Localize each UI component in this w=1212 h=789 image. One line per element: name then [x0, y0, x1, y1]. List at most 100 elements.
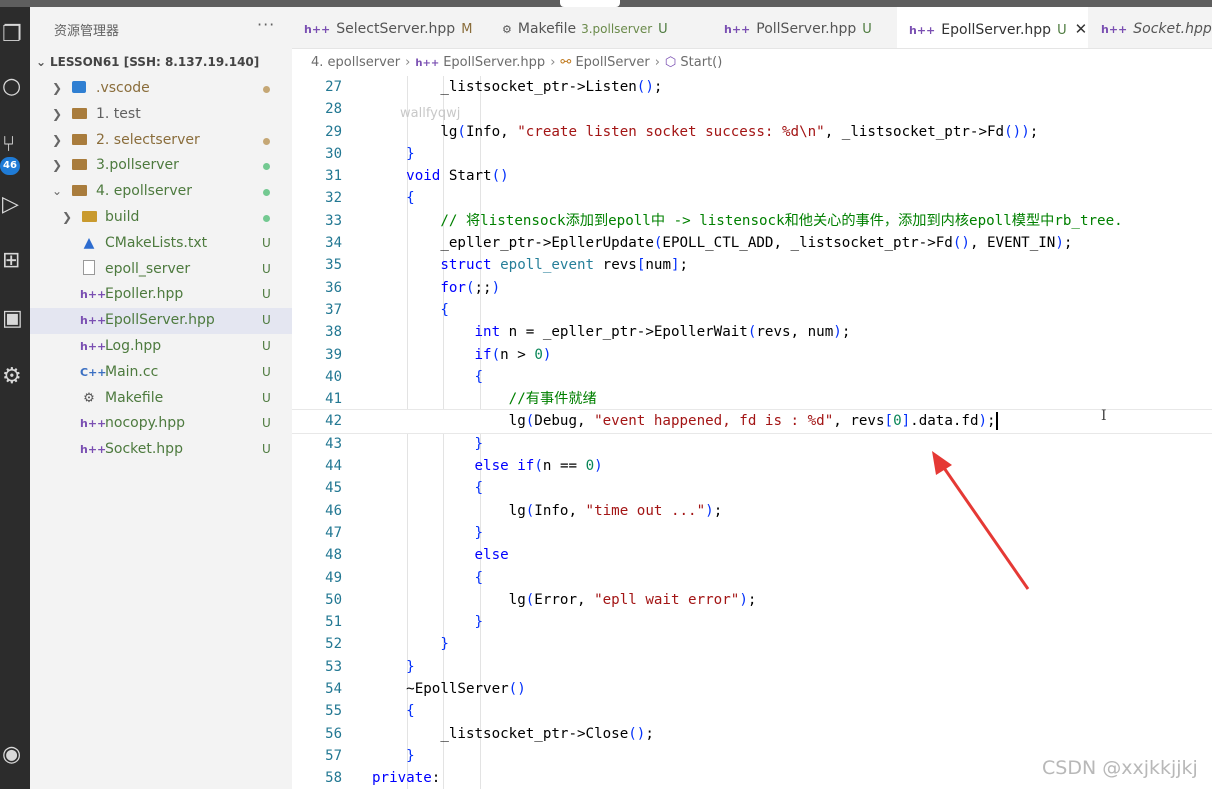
workspace-root[interactable]: ⌄ LESSON61 [SSH: 8.137.19.140]	[36, 55, 259, 69]
code-text: }	[474, 435, 484, 452]
code-line[interactable]: 47 }	[292, 522, 1212, 544]
remote-explorer-icon[interactable]: ▣	[0, 299, 30, 339]
code-line[interactable]: 32 {	[292, 187, 1212, 209]
chevron-right-icon: ›	[550, 55, 556, 70]
file-icon	[80, 257, 98, 283]
code-line[interactable]: 42 lg(Debug, "event happened, fd is : %d…	[292, 409, 1212, 434]
code-line[interactable]: 34 _epller_ptr->EpllerUpdate(EPOLL_CTL_A…	[292, 232, 1212, 254]
code-line[interactable]: 46 lg(Info, "time out ...");	[292, 500, 1212, 522]
tab-label: EpollServer.hpp	[941, 22, 1052, 38]
tree-item-epoll-server[interactable]: epoll_server U	[30, 257, 292, 283]
extensions-icon[interactable]: ⊞	[0, 241, 30, 281]
tab-label: Socket.hpp	[1133, 21, 1212, 37]
code-line[interactable]: 35 struct epoll_event revs[num];	[292, 254, 1212, 276]
breadcrumb: 4. epollserver › h++ EpollServer.hpp › ⚯ Epol…	[292, 49, 1212, 75]
code-line[interactable]: 30 }	[292, 143, 1212, 165]
code-line[interactable]: 49 {	[292, 567, 1212, 589]
workspace-label: LESSON61 [SSH: 8.137.19.140]	[50, 55, 260, 69]
tree-item-log-hpp[interactable]: h++ Log.hpp U	[30, 334, 292, 360]
code-line[interactable]: 29 lg(Info, "create listen socket succes…	[292, 121, 1212, 143]
search-icon[interactable]: ○	[0, 67, 30, 107]
breadcrumb-method[interactable]: Start()	[680, 55, 722, 70]
code-line[interactable]: 38 int n = _epller_ptr->EpollerWait(revs…	[292, 321, 1212, 343]
git-status: U	[262, 364, 271, 379]
code-line[interactable]: 56 _listsocket_ptr->Close();	[292, 723, 1212, 745]
tree-item-build[interactable]: ❯ build	[30, 205, 292, 231]
tree-item-epollserver-hpp[interactable]: h++ EpollServer.hpp U	[30, 308, 292, 334]
code-text: lg(Error, "epll wait error");	[372, 591, 757, 608]
code-line[interactable]: 51 }	[292, 611, 1212, 633]
tree-item-nocopy-hpp[interactable]: h++ nocopy.hpp U	[30, 411, 292, 437]
more-actions-button[interactable]: ···	[257, 15, 275, 34]
run-debug-icon[interactable]: ▷	[0, 185, 30, 225]
code-text: {	[474, 569, 484, 586]
line-number: 42	[325, 413, 342, 430]
code-line[interactable]: 41 //有事件就绪	[292, 388, 1212, 410]
line-number: 56	[325, 725, 342, 742]
code-line[interactable]: 50 lg(Error, "epll wait error");	[292, 589, 1212, 611]
code-lines: 27 _listsocket_ptr->Listen(); 28 29 lg(Inf…	[292, 76, 1212, 789]
tree-item-selectserver[interactable]: ❯ 2. selectserver	[30, 128, 292, 154]
code-line[interactable]: 40 {	[292, 366, 1212, 388]
cpp-header-icon: h++	[304, 23, 331, 36]
code-editor[interactable]: 27 _listsocket_ptr->Listen(); 28 29 lg(Inf…	[292, 76, 1212, 789]
tab-selectserver[interactable]: h++ SelectServer.hpp M	[292, 7, 488, 48]
code-line[interactable]: 44 else if(n == 0)	[292, 455, 1212, 477]
editor-tabs: h++ SelectServer.hpp M ⚙ Makefile 3.pollserv…	[292, 7, 1212, 49]
line-number: 44	[325, 458, 342, 475]
tree-item-main-cc[interactable]: C++ Main.cc U	[30, 360, 292, 386]
line-number: 34	[325, 235, 342, 252]
line-number: 33	[325, 212, 342, 229]
code-line[interactable]: 45 {	[292, 477, 1212, 499]
code-text: {	[406, 190, 415, 207]
tree-item-test[interactable]: ❯ 1. test	[30, 102, 292, 128]
code-line[interactable]: 39 if(n > 0)	[292, 344, 1212, 366]
tab-label: Makefile	[517, 21, 577, 37]
testing-icon[interactable]: ⚙	[0, 357, 30, 397]
line-number: 28	[325, 101, 342, 118]
code-line[interactable]: 37 {	[292, 299, 1212, 321]
tree-item-label: nocopy.hpp	[105, 415, 185, 432]
tree-item-label: EpollServer.hpp	[105, 312, 215, 329]
tree-item-label: build	[105, 208, 140, 225]
code-line[interactable]: 36 for(;;)	[292, 277, 1212, 299]
account-icon[interactable]: ◉	[0, 735, 30, 775]
code-text: }	[406, 747, 415, 764]
tab-pollserver[interactable]: h++ PollServer.hpp U	[712, 7, 892, 48]
code-line[interactable]: 43 }	[292, 433, 1212, 455]
code-line[interactable]: 52 }	[292, 633, 1212, 655]
red-arrow-annotation	[932, 451, 1030, 590]
code-text: {	[406, 703, 415, 720]
files-icon[interactable]: ❐	[0, 15, 30, 55]
tab-label: SelectServer.hpp	[336, 21, 456, 37]
code-line[interactable]: 48 else	[292, 544, 1212, 566]
tree-item-makefile[interactable]: ⚙ Makefile U	[30, 386, 292, 412]
tab-makefile[interactable]: ⚙ Makefile 3.pollserver U	[490, 7, 700, 48]
code-line[interactable]: 27 _listsocket_ptr->Listen();	[292, 76, 1212, 98]
breadcrumb-class[interactable]: EpollServer	[575, 55, 649, 70]
tab-epollserver[interactable]: h++ EpollServer.hpp U ✕	[897, 7, 1088, 48]
close-icon[interactable]: ✕	[1075, 20, 1088, 38]
code-line[interactable]: 54 ~EpollServer()	[292, 678, 1212, 700]
code-text: private:	[372, 770, 441, 787]
code-text: {	[474, 368, 484, 385]
line-number: 43	[325, 435, 342, 452]
tree-item-vscode[interactable]: ❯ .vscode	[30, 76, 292, 102]
ibeam-cursor-icon: I	[1101, 408, 1107, 424]
code-line[interactable]: 55 {	[292, 700, 1212, 722]
tree-item-epoller-hpp[interactable]: h++ Epoller.hpp U	[30, 282, 292, 308]
breadcrumb-file[interactable]: EpollServer.hpp	[443, 55, 545, 70]
tree-item-socket-hpp[interactable]: h++ Socket.hpp U	[30, 437, 292, 463]
tree-item-cmakelists[interactable]: ▲ CMakeLists.txt U	[30, 231, 292, 257]
tree-item-label: 2. selectserver	[96, 131, 200, 148]
tree-item-epollserver[interactable]: ⌄ 4. epollserver	[30, 179, 292, 205]
breadcrumb-folder[interactable]: 4. epollserver	[311, 55, 400, 70]
tree-item-pollserver[interactable]: ❯ 3.pollserver	[30, 153, 292, 179]
tab-socket[interactable]: h++Socket.hpp4	[1089, 7, 1212, 48]
code-line[interactable]: 33 // 将listensock添加到epoll中 -> listensock…	[292, 210, 1212, 232]
code-line[interactable]: 53 }	[292, 656, 1212, 678]
folder-icon	[70, 153, 88, 179]
untracked-dot	[263, 189, 270, 197]
explorer-title: 资源管理器	[54, 24, 120, 39]
code-line[interactable]: 31 void Start()	[292, 165, 1212, 187]
